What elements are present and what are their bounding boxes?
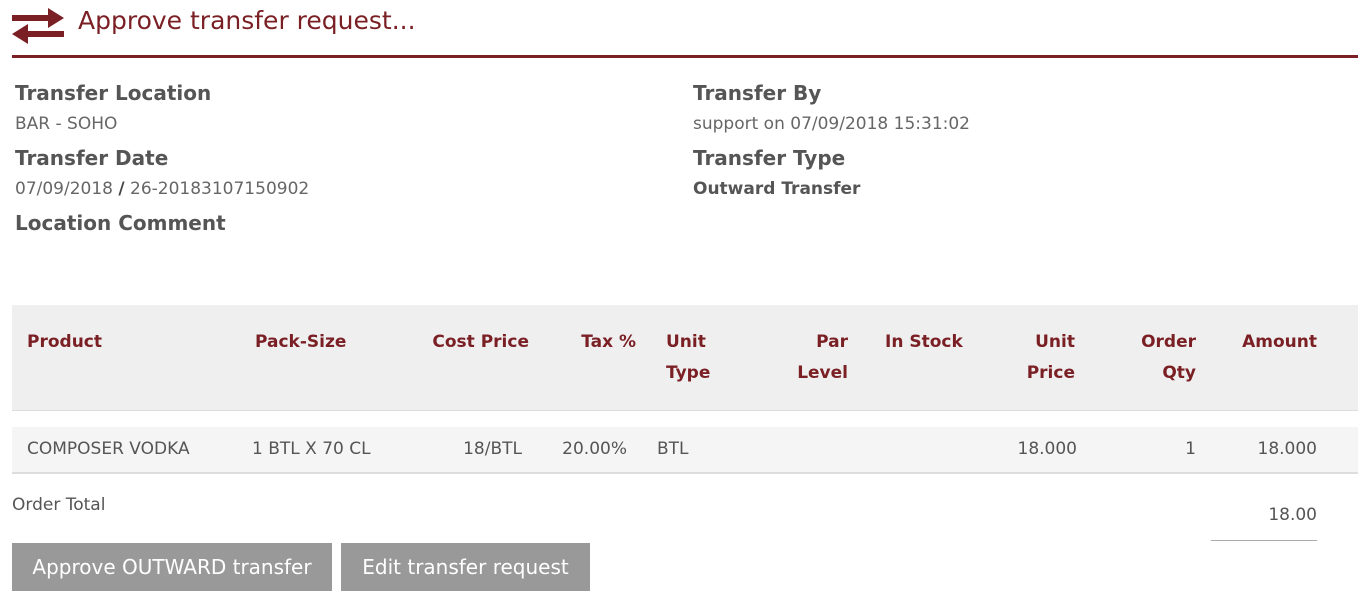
column-header-unit-type[interactable]: Unit Type [666, 327, 710, 389]
cell-cost-price: 18/BTL [463, 439, 522, 459]
column-header-order-qty-line1: Order [1141, 332, 1196, 352]
column-header-unit-price-line1: Unit [1035, 332, 1075, 352]
transfer-date-separator: / [118, 179, 125, 199]
transfer-type-label: Transfer Type [693, 146, 846, 170]
transfer-by-label: Transfer By [693, 81, 822, 105]
column-header-order-qty[interactable]: Order Qty [1136, 327, 1196, 389]
column-header-par-level-line1: Par [816, 332, 848, 352]
transfer-location-label: Transfer Location [15, 81, 212, 105]
column-header-cost-price[interactable]: Cost Price [429, 327, 529, 358]
cell-product: COMPOSER VODKA [27, 439, 190, 459]
approve-transfer-page: Approve transfer request... Transfer Loc… [0, 0, 1358, 603]
column-header-product[interactable]: Product [27, 327, 102, 358]
transfer-date-label: Transfer Date [15, 146, 169, 170]
transfer-by-value: support on 07/09/2018 15:31:02 [693, 114, 970, 134]
column-header-unit-type-line2: Type [666, 363, 711, 383]
column-header-in-stock[interactable]: In Stock [885, 327, 963, 358]
transfer-date-value: 07/09/2018 [15, 179, 113, 199]
transfer-arrows-icon [12, 8, 64, 44]
table-row[interactable]: COMPOSER VODKA 1 BTL X 70 CL 18/BTL 20.0… [12, 427, 1358, 474]
column-header-par-level[interactable]: Par Level [788, 327, 848, 389]
cell-amount: 18.000 [1257, 439, 1317, 459]
column-header-unit-type-line1: Unit [666, 332, 706, 352]
cell-order-qty: 1 [1185, 439, 1196, 459]
cell-pack-size: 1 BTL X 70 CL [252, 439, 371, 459]
column-header-unit-price-line2: Price [1026, 363, 1075, 383]
table-header-row: Product Pack-Size Cost Price Tax % Unit … [12, 305, 1358, 411]
cell-tax: 20.00% [562, 439, 627, 459]
column-header-tax[interactable]: Tax % [566, 327, 636, 358]
column-header-amount[interactable]: Amount [1227, 327, 1317, 358]
page-title: Approve transfer request... [78, 6, 416, 35]
edit-transfer-request-button[interactable]: Edit transfer request [341, 543, 590, 591]
transfer-type-value: Outward Transfer [693, 179, 861, 199]
cell-unit-type: BTL [657, 439, 689, 459]
approve-outward-transfer-button[interactable]: Approve OUTWARD transfer [12, 543, 332, 591]
cell-unit-price: 18.000 [1017, 439, 1077, 459]
transfer-date-value-group: 07/09/2018 / 26-20183107150902 [15, 179, 309, 199]
order-total-label: Order Total [12, 495, 106, 515]
page-header: Approve transfer request... [12, 0, 1358, 58]
column-header-unit-price[interactable]: Unit Price [1015, 327, 1075, 389]
transfer-location-value: BAR - SOHO [15, 114, 118, 134]
transfer-reference: 26-20183107150902 [130, 179, 310, 199]
column-header-order-qty-line2: Qty [1162, 363, 1196, 383]
order-total-value: 18.00 [1211, 505, 1317, 541]
location-comment-label: Location Comment [15, 211, 226, 235]
column-header-par-level-line2: Level [797, 363, 848, 383]
column-header-pack-size[interactable]: Pack-Size [255, 327, 346, 358]
